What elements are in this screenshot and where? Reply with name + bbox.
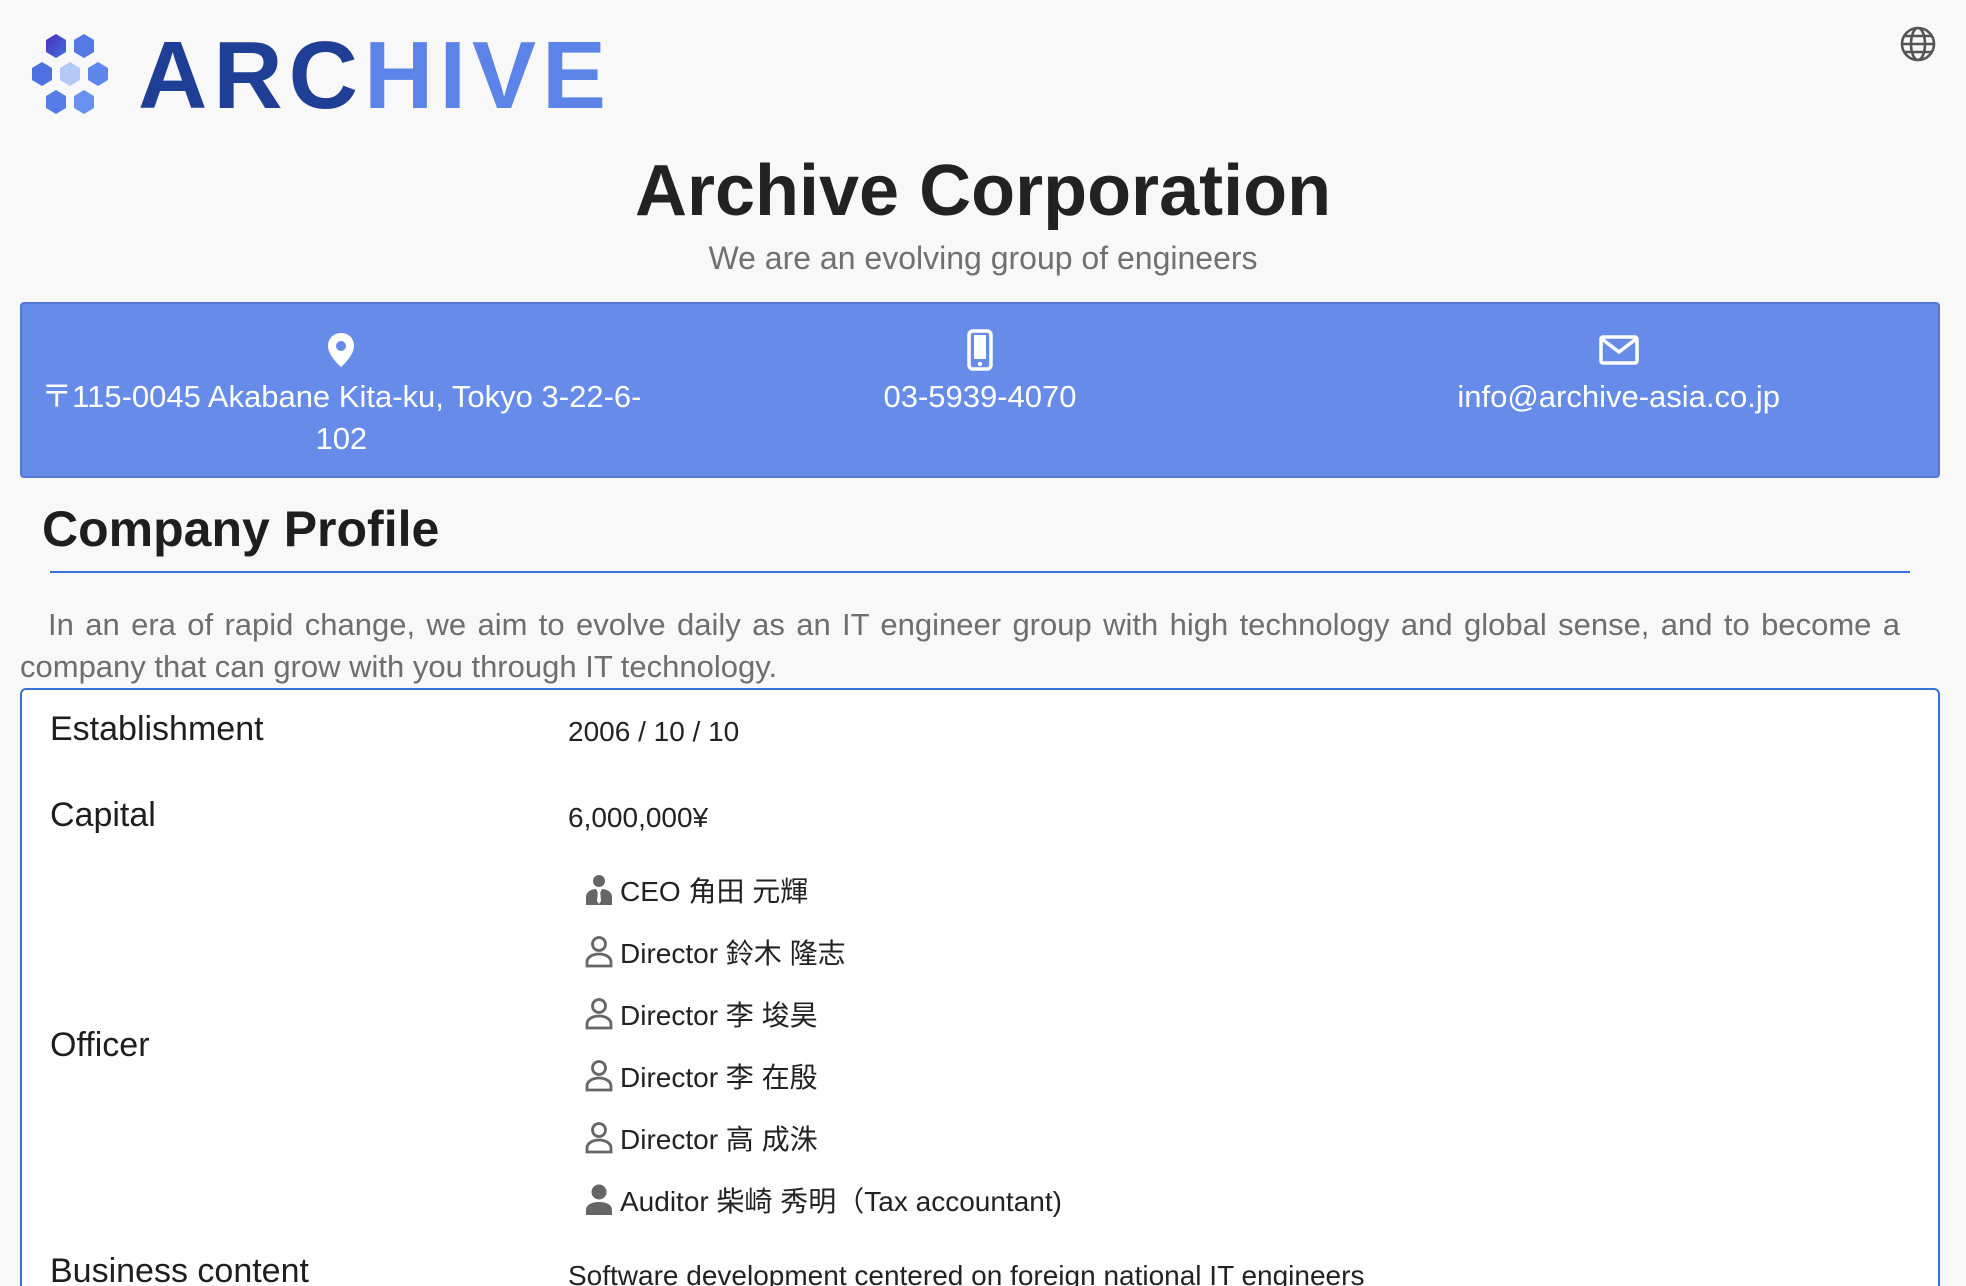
contact-email: info@archive-asia.co.jp: [1299, 304, 1938, 476]
logo-text-hive: HIVE: [363, 22, 613, 129]
officer-text: Director 鈴木 隆志: [620, 938, 846, 969]
officer-text: Director 李 在殷: [620, 1062, 818, 1093]
person-outline-icon: [584, 1120, 616, 1156]
capital-value: 6,000,000¥: [568, 802, 709, 833]
section-divider: [50, 571, 1910, 573]
company-profile-table: Establishment 2006 / 10 / 10 Capital 6,0…: [20, 688, 1940, 1286]
establishment-value: 2006 / 10 / 10: [568, 716, 740, 747]
establishment-label: Establishment: [50, 710, 264, 748]
page: ARCHIVE Archive Corporation We are an ev…: [0, 0, 1966, 1286]
mail-icon: [1598, 328, 1639, 372]
officer-item: Director 鈴木 隆志: [584, 932, 846, 972]
person-outline-icon: [584, 1058, 616, 1094]
contact-phone: 03-5939-4070: [661, 304, 1300, 476]
ceo-icon: [584, 872, 616, 908]
globe-icon[interactable]: [1898, 24, 1938, 69]
smartphone-icon: [966, 328, 994, 372]
person-outline-icon: [584, 934, 616, 970]
logo-text-arc: ARC: [138, 22, 364, 129]
business-content-value: Software development centered on foreign…: [568, 1260, 1365, 1286]
address-text: 〒115-0045 Akabane Kita-ku, Tokyo 3-22-6-…: [41, 379, 642, 456]
officer-text: CEO 角田 元輝: [620, 876, 809, 907]
location-pin-icon: [326, 328, 356, 372]
page-subtitle: We are an evolving group of engineers: [708, 240, 1258, 276]
officer-item: Auditor 柴崎 秀明（Tax accountant): [584, 1180, 1062, 1220]
business-content-label: Business content: [50, 1252, 309, 1286]
officer-label: Officer: [50, 1026, 150, 1064]
officer-text: Director 高 成洙: [620, 1124, 818, 1155]
page-title: Archive Corporation: [634, 151, 1332, 231]
officer-text: Auditor 柴崎 秀明（Tax accountant): [620, 1186, 1062, 1217]
email-link[interactable]: info@archive-asia.co.jp: [1457, 376, 1780, 418]
section-heading-company-profile: Company Profile: [42, 501, 440, 557]
officer-item: Director 李 埈昊: [584, 994, 818, 1034]
capital-label: Capital: [50, 796, 156, 834]
logo-wordmark: ARCHIVE: [138, 28, 612, 124]
officer-text: Director 李 埈昊: [620, 1000, 818, 1031]
officer-item: CEO 角田 元輝: [584, 870, 808, 910]
contact-address: 〒115-0045 Akabane Kita-ku, Tokyo 3-22-6-…: [22, 304, 661, 476]
person-filled-icon: [584, 1182, 616, 1218]
person-outline-icon: [584, 996, 616, 1032]
archive-logo[interactable]: ARCHIVE: [28, 28, 612, 124]
contact-band: 〒115-0045 Akabane Kita-ku, Tokyo 3-22-6-…: [20, 302, 1940, 478]
hexagon-cluster-icon: [32, 34, 108, 114]
officer-item: Director 高 成洙: [584, 1118, 818, 1158]
language-globe-icon: [1900, 26, 1936, 62]
phone-link[interactable]: 03-5939-4070: [883, 376, 1076, 418]
officer-item: Director 李 在殷: [584, 1056, 818, 1096]
company-intro-text: In an era of rapid change, we aim to evo…: [20, 607, 1900, 684]
